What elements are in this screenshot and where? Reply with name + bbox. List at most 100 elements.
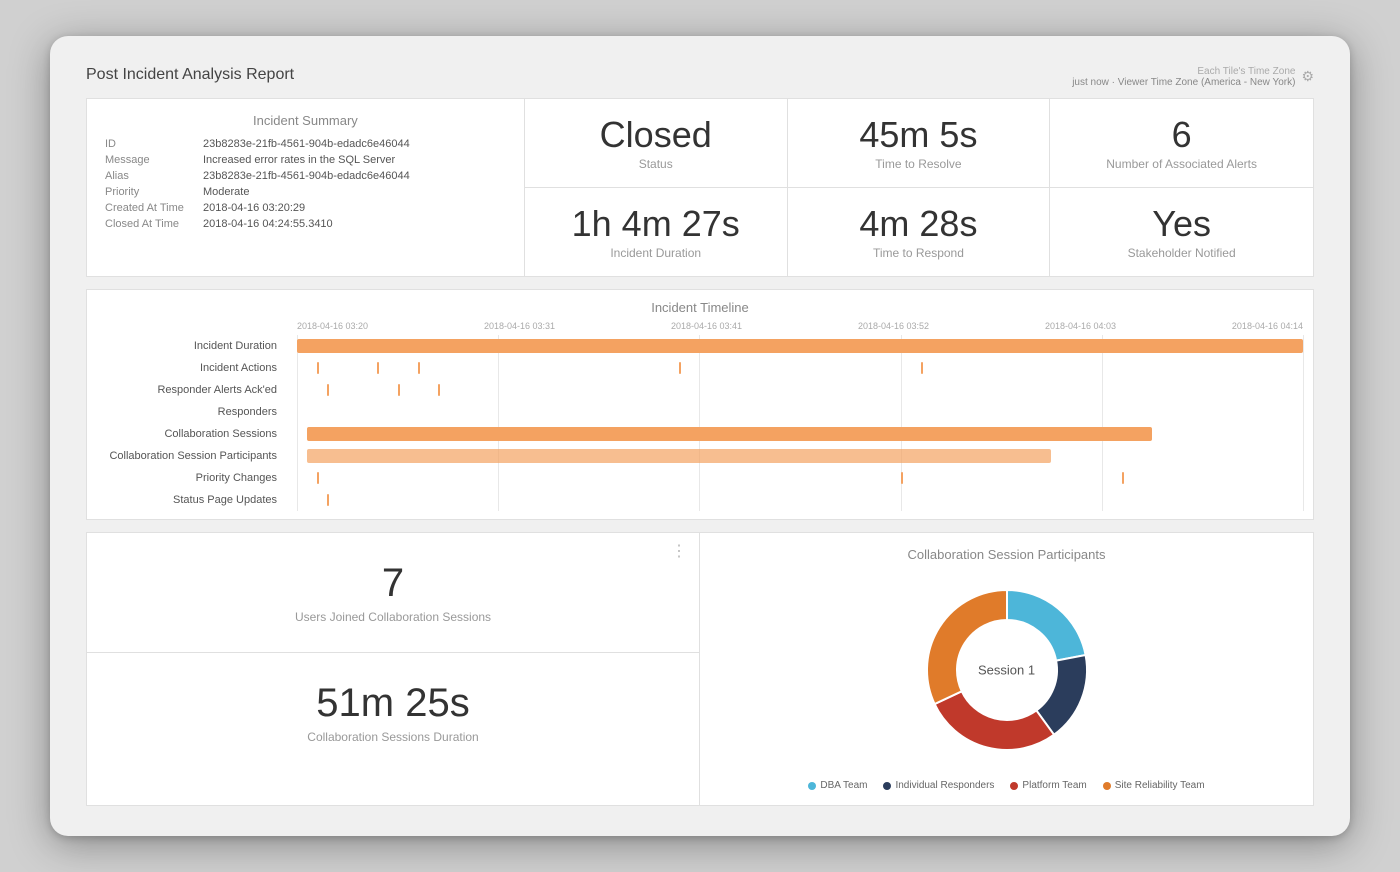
report-title: Post Incident Analysis Report <box>86 66 294 84</box>
timeline-tick <box>317 472 319 484</box>
device-frame: Post Incident Analysis Report Each Tile'… <box>50 36 1350 836</box>
users-joined-label: Users Joined Collaboration Sessions <box>295 610 491 624</box>
legend-label: Individual Responders <box>895 780 994 791</box>
legend-item: DBA Team <box>808 780 867 791</box>
sessions-duration-cell: 51m 25s Collaboration Sessions Duration <box>87 653 699 772</box>
timeline-row-label: Responder Alerts Ack'ed <box>87 384 287 396</box>
stat-label-ttr: Time to Resolve <box>875 157 961 171</box>
timeline-title: Incident Timeline <box>87 300 1313 315</box>
incident-summary: Incident Summary ID 23b8283e-21fb-4561-90… <box>87 99 525 276</box>
stat-num-alerts: 6 Number of Associated Alerts <box>1050 99 1313 188</box>
summary-row: Created At Time 2018-04-16 03:20:29 <box>105 202 506 214</box>
timeline-bar-area <box>297 379 1303 401</box>
timeline-bar-area <box>297 445 1303 467</box>
stat-big-duration: 1h 4m 27s <box>572 204 740 244</box>
legend-item: Individual Responders <box>883 780 994 791</box>
summary-row-value: Moderate <box>203 186 249 198</box>
timezone-label: Each Tile's Time Zone <box>1072 66 1295 77</box>
timeline-axis: 2018-04-16 03:20 2018-04-16 03:31 2018-04-… <box>297 321 1303 331</box>
timeline-row: Incident Actions <box>297 357 1303 379</box>
timeline-axis-label: 2018-04-16 03:20 <box>297 321 368 331</box>
summary-row: Closed At Time 2018-04-16 04:24:55.3410 <box>105 218 506 230</box>
stat-big-ttr: 45m 5s <box>859 115 977 155</box>
summary-row-value: 2018-04-16 03:20:29 <box>203 202 305 214</box>
legend-item: Platform Team <box>1010 780 1086 791</box>
summary-row: Priority Moderate <box>105 186 506 198</box>
incident-summary-title: Incident Summary <box>105 113 506 128</box>
stat-label-respond: Time to Respond <box>873 246 964 260</box>
timeline-axis-label: 2018-04-16 04:14 <box>1232 321 1303 331</box>
timeline-bar-area <box>297 489 1303 511</box>
legend-label: Site Reliability Team <box>1115 780 1205 791</box>
timeline-row-label: Status Page Updates <box>87 494 287 506</box>
summary-row-label: Created At Time <box>105 202 195 214</box>
stat-label-duration: Incident Duration <box>610 246 701 260</box>
summary-row-label: Message <box>105 154 195 166</box>
timeline-rows: Incident DurationIncident ActionsRespond… <box>297 335 1303 511</box>
sessions-duration-big: 51m 25s <box>316 681 469 726</box>
stat-label-stakeholder: Stakeholder Notified <box>1128 246 1236 260</box>
summary-row-label: Alias <box>105 170 195 182</box>
timeline-section: Incident Timeline 2018-04-16 03:202018-0… <box>86 289 1314 520</box>
timeline-bar-area <box>297 423 1303 445</box>
donut-segment <box>927 590 1007 704</box>
timeline-axis-label: 2018-04-16 03:52 <box>858 321 929 331</box>
donut-segment <box>1007 590 1086 661</box>
report-header: Post Incident Analysis Report Each Tile'… <box>86 66 1314 88</box>
timeline-row-label: Incident Duration <box>87 340 287 352</box>
timeline-row: Priority Changes <box>297 467 1303 489</box>
timeline-axis-label: 2018-04-16 03:31 <box>484 321 555 331</box>
timeline-bar <box>297 339 1303 353</box>
timeline-bar <box>307 449 1051 463</box>
legend-label: DBA Team <box>820 780 867 791</box>
timeline-row-label: Priority Changes <box>87 472 287 484</box>
timeline-row-label: Incident Actions <box>87 362 287 374</box>
summary-row-value: 2018-04-16 04:24:55.3410 <box>203 218 333 230</box>
legend-dot <box>883 782 891 790</box>
timeline-tick <box>901 472 903 484</box>
timeline-tick <box>438 384 440 396</box>
stat-label-closed: Status <box>639 157 673 171</box>
timeline-bar-area <box>297 401 1303 423</box>
bottom-left: ⋮ 7 Users Joined Collaboration Sessions … <box>87 533 700 805</box>
timeline-row-label: Collaboration Session Participants <box>87 450 287 462</box>
summary-row: Message Increased error rates in the SQL … <box>105 154 506 166</box>
stat-time-to-resolve: 45m 5s Time to Resolve <box>788 99 1051 188</box>
legend-dot <box>1103 782 1111 790</box>
timeline-bar-area <box>297 335 1303 357</box>
legend-item: Site Reliability Team <box>1103 780 1205 791</box>
donut-center-label: Session 1 <box>978 663 1035 678</box>
summary-row-label: ID <box>105 138 195 150</box>
legend-dot <box>808 782 816 790</box>
summary-row-label: Closed At Time <box>105 218 195 230</box>
summary-row-value: 23b8283e-21fb-4561-904b-edadc6e46044 <box>203 138 410 150</box>
stat-big-closed: Closed <box>600 115 712 155</box>
top-grid: Incident Summary ID 23b8283e-21fb-4561-90… <box>86 98 1314 277</box>
timeline-tick <box>327 494 329 506</box>
timezone-sub: just now · Viewer Time Zone (America - N… <box>1072 77 1295 88</box>
summary-row: ID 23b8283e-21fb-4561-904b-edadc6e46044 <box>105 138 506 150</box>
donut-chart: Session 1 <box>907 570 1107 770</box>
timeline-row-label: Responders <box>87 406 287 418</box>
timeline-row: Collaboration Sessions <box>297 423 1303 445</box>
summary-row-value: 23b8283e-21fb-4561-904b-edadc6e46044 <box>203 170 410 182</box>
summary-row-label: Priority <box>105 186 195 198</box>
timeline-bar <box>307 427 1152 441</box>
stat-label-alerts: Number of Associated Alerts <box>1106 157 1257 171</box>
timeline-bar-area <box>297 467 1303 489</box>
timeline-tick <box>679 362 681 374</box>
timeline-tick <box>377 362 379 374</box>
stat-big-stakeholder: Yes <box>1152 204 1211 244</box>
timeline-tick <box>1122 472 1124 484</box>
timeline-axis-label: 2018-04-16 03:41 <box>671 321 742 331</box>
timeline-row: Status Page Updates <box>297 489 1303 511</box>
sessions-duration-label: Collaboration Sessions Duration <box>307 730 478 744</box>
timeline-row: Incident Duration <box>297 335 1303 357</box>
menu-dots-icon[interactable]: ⋮ <box>671 541 687 561</box>
gear-icon[interactable]: ⚙ <box>1301 68 1314 85</box>
summary-row-value: Increased error rates in the SQL Server <box>203 154 395 166</box>
users-joined-cell: ⋮ 7 Users Joined Collaboration Sessions <box>87 533 699 653</box>
timeline-tick <box>921 362 923 374</box>
stat-closed-status: Closed Status <box>525 99 788 188</box>
timeline-tick <box>317 362 319 374</box>
